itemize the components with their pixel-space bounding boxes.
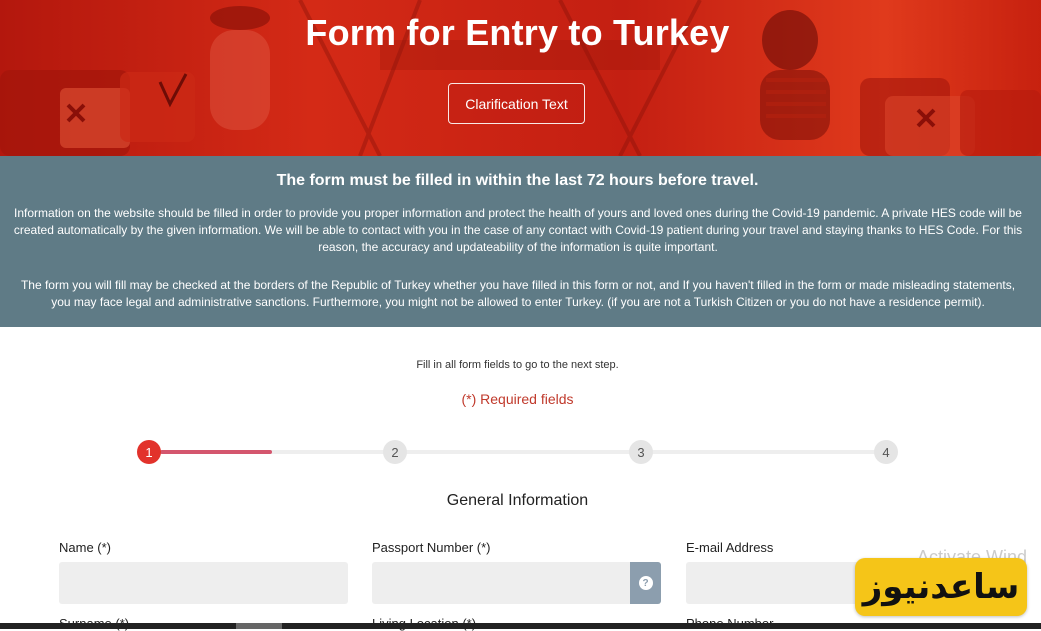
page-title: Form for Entry to Turkey (305, 12, 730, 53)
step-3[interactable]: 3 (629, 440, 653, 464)
site-watermark-logo: ساعدنیوز (855, 558, 1027, 616)
step-1[interactable]: 1 (137, 440, 161, 464)
email-label: E-mail Address (686, 540, 774, 555)
section-title: General Information (446, 492, 589, 509)
passport-input[interactable] (372, 562, 630, 604)
step-2[interactable]: 2 (383, 440, 407, 464)
info-banner: The form must be filled in within the la… (0, 156, 1041, 327)
info-paragraph-sanctions: The form you will fill may be checked at… (20, 278, 1016, 309)
required-fields-note: (*) Required fields (461, 391, 574, 407)
name-label: Name (*) (59, 540, 112, 555)
clarification-text-button[interactable]: Clarification Text (448, 83, 585, 124)
info-heading: The form must be filled in within the la… (276, 172, 759, 189)
question-circle-icon: ? (638, 576, 653, 590)
stepper-progress (160, 450, 272, 454)
passport-help-button[interactable]: ? (630, 562, 661, 604)
step-4[interactable]: 4 (874, 440, 898, 464)
hero-banner: Form for Entry to Turkey Clarification T… (0, 0, 1041, 156)
name-input[interactable] (59, 562, 348, 604)
horizontal-scrollbar[interactable] (0, 623, 1041, 629)
form-instructions: Fill in all form fields to go to the nex… (416, 359, 619, 371)
passport-label: Passport Number (*) (372, 540, 491, 555)
info-paragraph-hes: Information on the website should be fil… (13, 206, 1023, 254)
scrollbar-thumb[interactable] (236, 623, 282, 629)
